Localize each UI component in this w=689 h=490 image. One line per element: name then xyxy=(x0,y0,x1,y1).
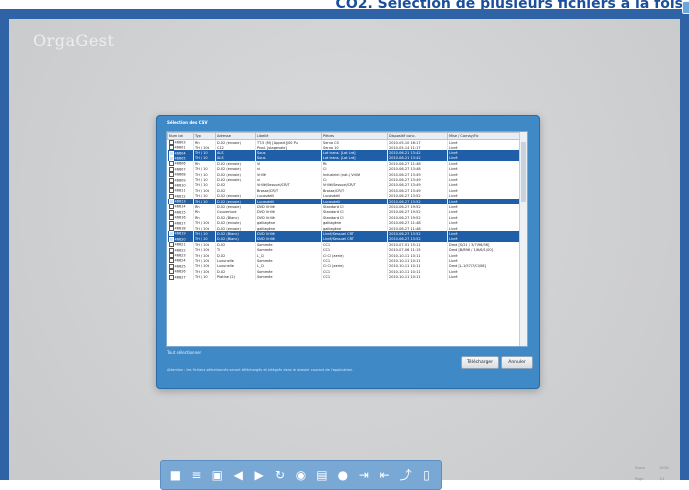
row-checkbox[interactable] xyxy=(168,215,174,221)
row-checkbox[interactable] xyxy=(168,182,174,188)
table-cell: Livré xyxy=(447,274,520,280)
column-header[interactable]: Num lot xyxy=(167,132,194,140)
dialog-note: Attention : les fichiers sélectionnés se… xyxy=(167,368,354,372)
file-id-text: 46612 xyxy=(174,194,186,199)
file-id-text: 46624 xyxy=(174,258,186,263)
table-cell: TH / 10 xyxy=(193,274,216,280)
column-header[interactable]: Dispositif conc. xyxy=(387,132,448,140)
file-id-text: 46617 xyxy=(174,221,186,226)
column-header[interactable]: Typ xyxy=(193,132,216,140)
file-id-text: 46601 xyxy=(174,145,186,150)
select-all-label: Tout sélectionner xyxy=(167,350,202,355)
row-checkbox[interactable] xyxy=(168,193,174,199)
file-id-text: 46622 xyxy=(174,248,186,253)
file-id-text: 46616 xyxy=(174,215,186,220)
row-checkbox[interactable] xyxy=(168,145,174,151)
row-checkbox[interactable] xyxy=(168,188,174,194)
table-header-row: Num lot Typ Adresse Libellé Pièces Dispositif… xyxy=(167,132,520,140)
file-id-text: 46621 xyxy=(174,242,186,247)
table-cell: CC1 xyxy=(321,274,388,280)
file-id-text: 46610 xyxy=(174,183,186,188)
table-cell: 2010-10-11 10:11 xyxy=(387,274,448,280)
row-checkbox[interactable] xyxy=(168,258,174,264)
column-header[interactable]: Adresse xyxy=(215,132,256,140)
dialog-title: Sélection des CSV xyxy=(167,120,208,125)
row-checkbox[interactable] xyxy=(168,172,174,178)
file-id-text: 46623 xyxy=(174,253,186,258)
table-row[interactable]: 46625 TH / 10t Luxunelle L_Ci Ci Ci (aerie) 2… xyxy=(167,263,520,269)
file-id-cell: 46627 xyxy=(167,274,194,280)
zoom-value[interactable]: 100% xyxy=(659,466,669,470)
row-checkbox[interactable] xyxy=(168,161,174,167)
file-id-text: 46608 xyxy=(174,172,186,177)
column-header[interactable]: Mise / Cornay/Fic xyxy=(447,132,520,140)
file-id-text: 46604 xyxy=(174,151,186,156)
file-id-text: 46618 xyxy=(174,226,186,231)
column-header[interactable]: Libellé xyxy=(255,132,322,140)
file-id-text: 46614 xyxy=(174,204,186,209)
file-id-text: 46603 xyxy=(174,140,186,145)
file-id-text: 46625 xyxy=(174,264,186,269)
file-id-text: 46627 xyxy=(174,275,186,280)
file-id-text: 46611 xyxy=(174,188,186,193)
file-id-text: 46607 xyxy=(174,167,186,172)
row-checkbox[interactable] xyxy=(168,199,174,205)
row-checkbox[interactable] xyxy=(168,155,174,161)
row-checkbox[interactable] xyxy=(168,236,174,242)
row-checkbox[interactable] xyxy=(168,231,174,237)
scroll-thumb[interactable] xyxy=(521,142,526,202)
row-checkbox[interactable] xyxy=(168,242,174,248)
file-id-text: 46619 xyxy=(174,231,186,236)
file-id-text: 46605 xyxy=(174,156,186,161)
table-cell: Platine (2) xyxy=(215,274,256,280)
table-body: 46603 Rh D.02 (envoie) TT-5 (M) [Appart]/00… xyxy=(167,139,520,280)
window-frame: OrgaGest Sélection des CSV Num lot Typ Adr… xyxy=(0,1,689,490)
row-checkbox[interactable] xyxy=(168,204,174,210)
file-id-text: 46609 xyxy=(174,178,186,183)
close-window-button[interactable] xyxy=(682,1,689,14)
row-checkbox[interactable] xyxy=(168,226,174,232)
table-row[interactable]: 46627 TH / 10 Platine (2) Sommée CC1 2010-10-… xyxy=(167,274,520,280)
row-checkbox[interactable] xyxy=(168,166,174,172)
row-checkbox[interactable] xyxy=(168,209,174,215)
app-screen: OrgaGest Sélection des CSV Num lot Typ Adr… xyxy=(9,19,680,490)
file-id-text: 46626 xyxy=(174,269,186,274)
row-checkbox[interactable] xyxy=(168,253,174,258)
column-header[interactable]: Pièces xyxy=(321,132,388,140)
file-id-text: 46613 xyxy=(174,199,186,204)
row-checkbox[interactable] xyxy=(168,263,174,269)
file-id-text: 46620 xyxy=(174,237,186,242)
row-checkbox[interactable] xyxy=(168,220,174,226)
bottom-toolbar: ■ ≡ ▣ ◀ ▶ ↻ ◉ ▤ ● ⇥ ⇤ ⤴ ▯ xyxy=(160,460,442,490)
file-id-text: 46615 xyxy=(174,210,186,215)
table-cell: Sommée xyxy=(255,274,322,280)
cancel-button[interactable]: Annuler xyxy=(501,356,533,369)
zoom-label: Zoom xyxy=(635,466,646,470)
file-id-text: 46606 xyxy=(174,161,186,166)
select-all-link[interactable]: Tout sélectionner xyxy=(167,350,201,355)
csv-selection-dialog: Sélection des CSV Num lot Typ Adresse Libel… xyxy=(156,115,540,389)
row-checkbox[interactable] xyxy=(168,177,174,183)
app-logo: OrgaGest xyxy=(33,31,115,50)
file-table: Num lot Typ Adresse Libellé Pièces Dispositif… xyxy=(167,132,520,280)
vertical-scrollbar[interactable] xyxy=(519,132,527,346)
row-checkbox[interactable] xyxy=(168,269,174,275)
page-value: 1/1 xyxy=(659,477,665,481)
file-list-panel: Num lot Typ Adresse Libellé Pièces Dispositif… xyxy=(166,131,528,347)
row-checkbox[interactable] xyxy=(168,274,174,280)
row-checkbox[interactable] xyxy=(168,247,174,253)
page-label: Page xyxy=(635,477,644,481)
download-button[interactable]: Télécharger xyxy=(461,356,499,369)
row-checkbox[interactable] xyxy=(168,150,174,156)
